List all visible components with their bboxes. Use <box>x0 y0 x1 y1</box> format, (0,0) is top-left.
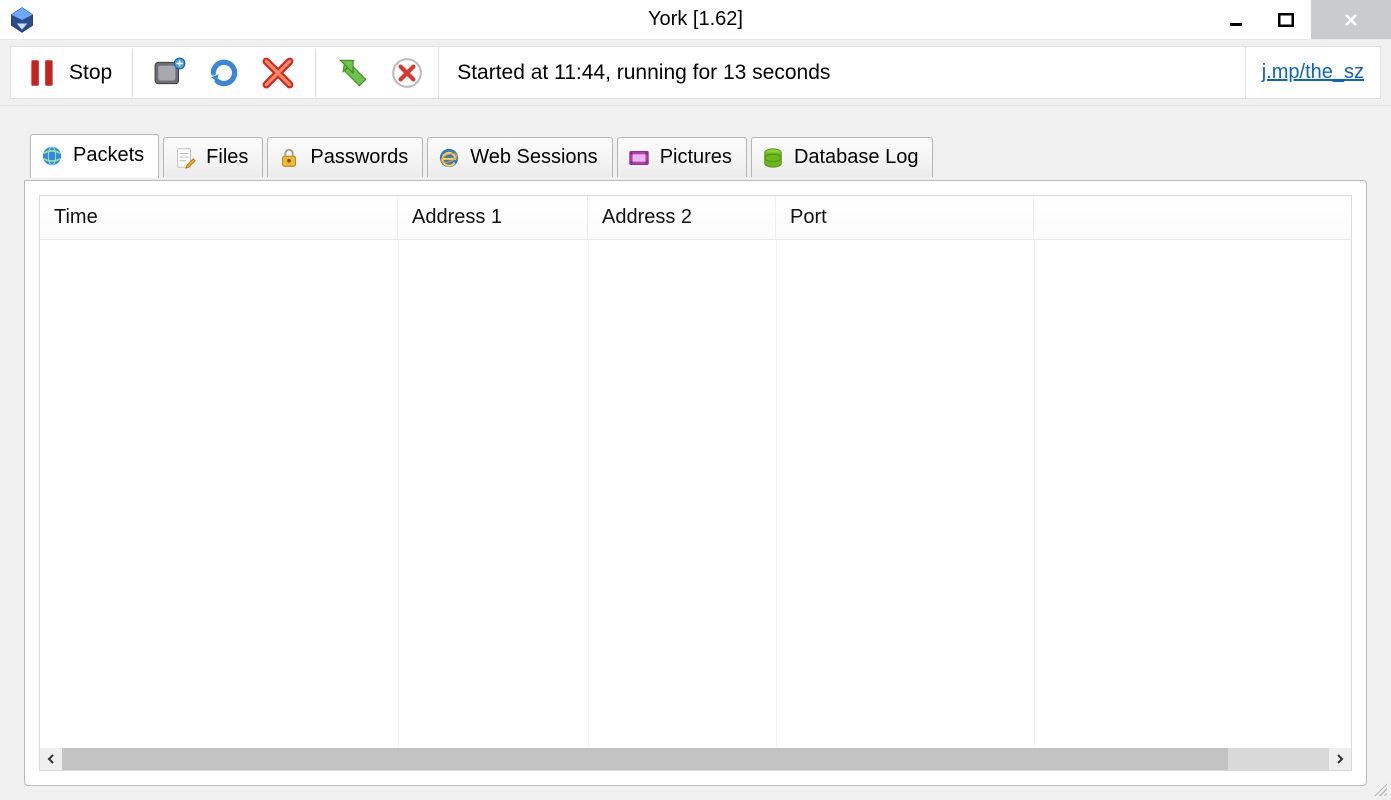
tab-label: Database Log <box>794 146 919 169</box>
lock-icon <box>278 147 300 169</box>
tab-packets[interactable]: Packets <box>30 134 159 178</box>
globe-icon <box>41 145 63 167</box>
export-button[interactable] <box>330 49 376 97</box>
gridline <box>1034 240 1035 748</box>
gridline <box>776 240 777 748</box>
ie-icon <box>438 147 460 169</box>
column-extra[interactable] <box>1034 196 1351 239</box>
adapter-button[interactable] <box>147 49 193 97</box>
column-time[interactable]: Time <box>40 196 398 239</box>
tab-pictures[interactable]: Pictures <box>617 137 747 177</box>
tab-database-log[interactable]: Database Log <box>751 137 934 177</box>
scroll-thumb[interactable] <box>62 748 1228 770</box>
status-bar: Started at 11:44, running for 13 seconds <box>439 46 1246 99</box>
separator <box>132 49 133 97</box>
gridline <box>588 240 589 748</box>
tab-files[interactable]: Files <box>163 137 263 177</box>
scroll-left-icon[interactable] <box>40 748 62 770</box>
tab-label: Packets <box>73 144 144 167</box>
tab-label: Web Sessions <box>470 146 597 169</box>
window-title: York [1.62] <box>0 8 1391 31</box>
refresh-button[interactable] <box>201 49 247 97</box>
network-adapter-icon <box>153 56 187 90</box>
tab-web-sessions[interactable]: Web Sessions <box>427 137 612 177</box>
window: York [1.62] Stop <box>0 0 1391 800</box>
link-panel: j.mp/the_sz <box>1246 46 1381 99</box>
arrow-up-left-green-icon <box>336 56 370 90</box>
file-edit-icon <box>174 147 196 169</box>
tab-panel: Time Address 1 Address 2 Port <box>24 180 1367 786</box>
tab-label: Pictures <box>660 146 732 169</box>
close-button[interactable] <box>1311 0 1391 39</box>
scroll-right-icon[interactable] <box>1329 748 1351 770</box>
x-red-icon <box>261 56 295 90</box>
titlebar: York [1.62] <box>0 0 1391 40</box>
separator <box>315 49 316 97</box>
minimize-button[interactable] <box>1211 0 1261 39</box>
tab-passwords[interactable]: Passwords <box>267 137 423 177</box>
toolbar: Stop <box>0 40 1391 106</box>
column-address1[interactable]: Address 1 <box>398 196 588 239</box>
packet-listview[interactable]: Time Address 1 Address 2 Port <box>39 195 1352 771</box>
client-area: Packets Files <box>0 106 1391 800</box>
scroll-track[interactable] <box>62 748 1329 770</box>
window-controls <box>1211 0 1391 39</box>
tab-label: Files <box>206 146 248 169</box>
gridline <box>398 240 399 748</box>
website-link[interactable]: j.mp/the_sz <box>1262 61 1364 84</box>
refresh-icon <box>207 56 241 90</box>
filmstrip-icon <box>628 147 650 169</box>
tab-label: Passwords <box>310 146 408 169</box>
stop-label: Stop <box>69 61 112 85</box>
app-icon <box>8 6 36 34</box>
column-address2[interactable]: Address 2 <box>588 196 776 239</box>
circle-x-icon <box>390 56 424 90</box>
maximize-button[interactable] <box>1261 0 1311 39</box>
status-text: Started at 11:44, running for 13 seconds <box>457 61 830 85</box>
tabstrip: Packets Files <box>30 136 1367 180</box>
database-icon <box>762 147 784 169</box>
column-port[interactable]: Port <box>776 196 1034 239</box>
listview-body[interactable] <box>40 240 1351 748</box>
resize-grip[interactable] <box>1371 780 1387 796</box>
delete-button[interactable] <box>255 49 301 97</box>
h-scrollbar[interactable] <box>40 748 1351 770</box>
listview-header: Time Address 1 Address 2 Port <box>40 196 1351 240</box>
pause-icon <box>25 56 59 90</box>
toolbar-group-capture: Stop <box>10 46 439 99</box>
cancel-button[interactable] <box>384 49 430 97</box>
stop-button[interactable]: Stop <box>19 49 118 97</box>
